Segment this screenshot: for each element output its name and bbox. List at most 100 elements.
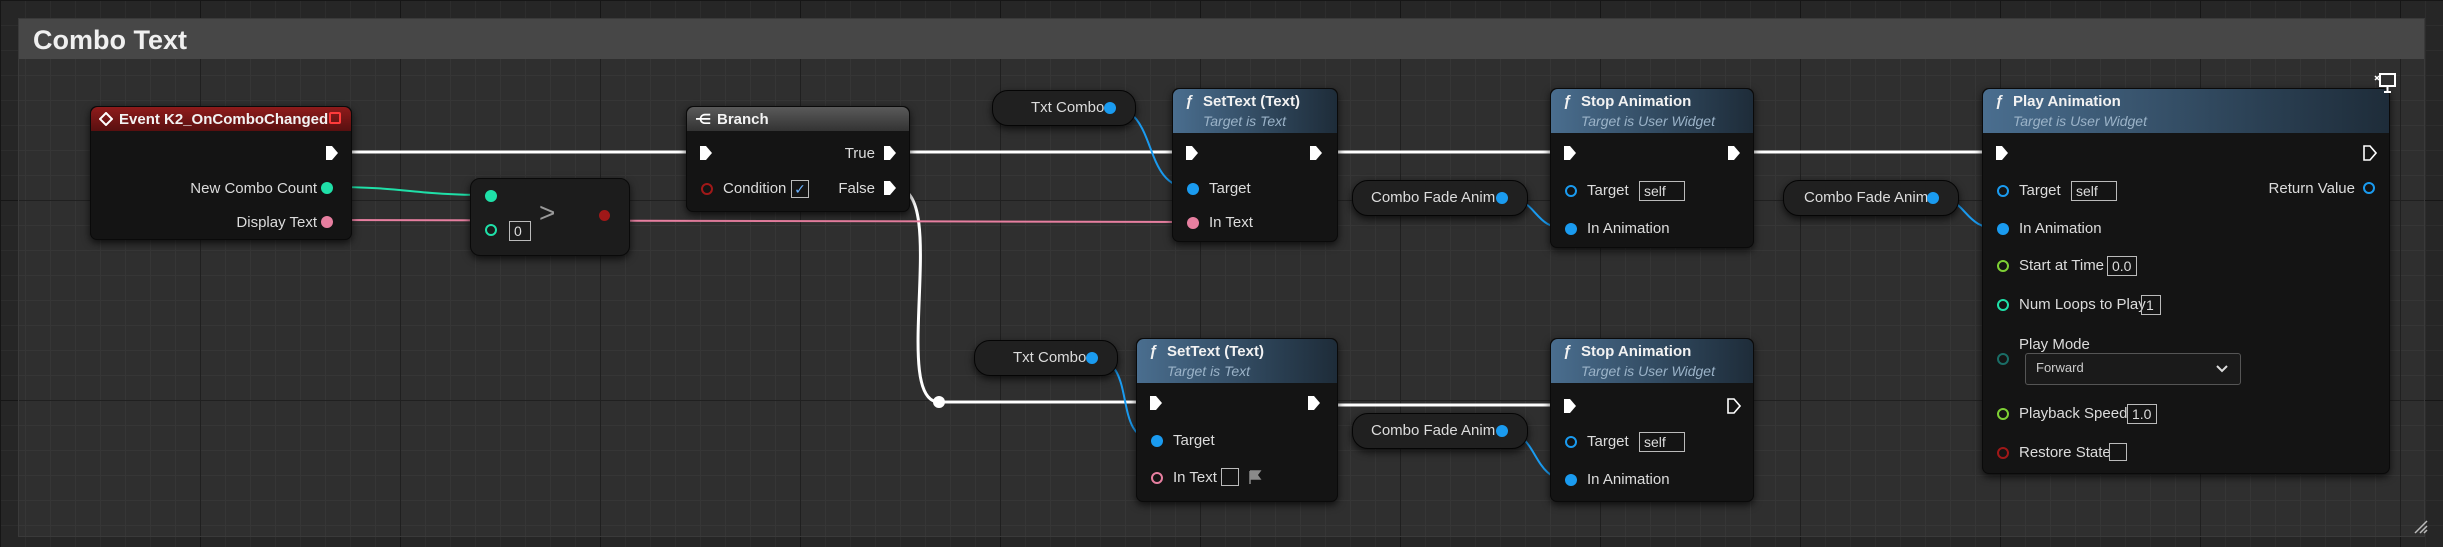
num-loops-value[interactable]: 1 [2141, 295, 2161, 315]
compare-operator: > [539, 197, 556, 228]
compare-b-value[interactable]: 0 [509, 221, 531, 241]
play-animation-subtitle: Target is User Widget [2013, 113, 2147, 129]
stop-anim-exec-in-pin[interactable] [1563, 145, 1577, 161]
branch-false-exec-pin[interactable] [883, 180, 897, 196]
stop-anim-exec-in-pin[interactable] [1563, 398, 1577, 414]
pin-label-display-text: Display Text [236, 214, 317, 231]
stop-animation-subtitle: Target is User Widget [1581, 113, 1715, 129]
function-icon: ƒ [1995, 93, 2004, 110]
txt-combo-variable-2[interactable]: Txt Combo [974, 340, 1118, 376]
combo-fade-anim-out-pin[interactable] [1927, 192, 1939, 204]
localization-flag-icon[interactable] [1247, 469, 1263, 485]
display-text-pin[interactable] [321, 216, 333, 228]
stop-anim-target-value[interactable]: self [1639, 181, 1685, 201]
stop-anim-target-pin[interactable] [1565, 185, 1577, 197]
txt-combo-out-pin[interactable] [1086, 352, 1098, 364]
settext-target-pin[interactable] [1187, 183, 1199, 195]
settext-node-title: SetText (Text) [1167, 343, 1264, 360]
stop-anim-exec-out-pin[interactable] [1727, 145, 1741, 161]
new-combo-count-pin[interactable] [321, 182, 333, 194]
pin-label-true: True [844, 145, 875, 162]
settext-exec-in-pin[interactable] [1185, 145, 1199, 161]
play-anim-target-pin[interactable] [1997, 185, 2009, 197]
pin-label-play-mode: Play Mode [2019, 336, 2090, 353]
branch-true-exec-pin[interactable] [883, 145, 897, 161]
combo-fade-anim-out-pin[interactable] [1496, 192, 1508, 204]
settext-node-title: SetText (Text) [1203, 93, 1300, 110]
function-icon: ƒ [1185, 93, 1194, 110]
condition-checkbox[interactable]: ✓ [791, 180, 809, 198]
event-node-title: Event K2_OnComboChanged [119, 111, 329, 128]
int-wire-combo-count[interactable] [329, 186, 491, 196]
txt-combo-out-pin[interactable] [1104, 102, 1116, 114]
compare-result-pin[interactable] [599, 210, 610, 221]
start-at-time-pin[interactable] [1997, 260, 2009, 272]
stop-anim-in-animation-pin[interactable] [1565, 474, 1577, 486]
stop-anim-in-animation-pin[interactable] [1565, 223, 1577, 235]
pin-label-restore-state: Restore State [2019, 444, 2111, 461]
settext-exec-out-pin[interactable] [1307, 395, 1321, 411]
reroute-node[interactable] [933, 396, 945, 408]
stop-animation-subtitle: Target is User Widget [1581, 363, 1715, 379]
playback-speed-value[interactable]: 1.0 [2127, 404, 2157, 424]
text-wire-display-text[interactable] [329, 219, 1191, 223]
play-mode-dropdown[interactable]: Forward [2025, 353, 2241, 385]
start-at-time-value[interactable]: 0.0 [2107, 256, 2137, 276]
pin-label-in-text: In Text [1209, 214, 1253, 231]
pin-label-target: Target [1587, 433, 1629, 450]
combo-fade-anim-variable-1[interactable]: Combo Fade Anim [1352, 180, 1528, 216]
pin-label-new-combo-count: New Combo Count [190, 180, 317, 197]
settext-exec-in-pin[interactable] [1149, 395, 1163, 411]
txt-combo-variable-1[interactable]: Txt Combo [992, 90, 1136, 126]
play-anim-target-value[interactable]: self [2071, 181, 2117, 201]
play-anim-exec-out-pin[interactable] [2363, 145, 2377, 161]
stop-anim-target-pin[interactable] [1565, 436, 1577, 448]
pin-label-target: Target [1587, 182, 1629, 199]
pin-label-target: Target [2019, 182, 2061, 199]
compare-b-pin[interactable] [485, 224, 497, 236]
combo-fade-anim-label: Combo Fade Anim [1371, 422, 1496, 439]
settext-in-text-pin[interactable] [1151, 472, 1163, 484]
stop-animation-node-1[interactable]: ƒ Stop Animation Target is User Widget T… [1550, 88, 1754, 248]
resize-grip-icon[interactable] [2412, 518, 2428, 534]
stop-anim-exec-out-pin[interactable] [1727, 398, 1741, 414]
stop-animation-title: Stop Animation [1581, 343, 1692, 360]
condition-pin[interactable] [701, 183, 713, 195]
pin-label-return-value: Return Value [2268, 180, 2355, 197]
settext-node-2[interactable]: ƒ SetText (Text) Target is Text Target I… [1136, 338, 1338, 502]
branch-node[interactable]: ⋲ Branch Condition ✓ True False [686, 106, 910, 212]
play-mode-pin[interactable] [1997, 353, 2009, 365]
play-anim-in-animation-pin[interactable] [1997, 223, 2009, 235]
greater-than-node[interactable]: 0 > [470, 178, 630, 256]
combo-fade-anim-variable-3[interactable]: Combo Fade Anim [1352, 413, 1528, 449]
settext-exec-out-pin[interactable] [1309, 145, 1323, 161]
txt-combo-variable-label: Txt Combo [1013, 349, 1087, 366]
function-icon: ƒ [1563, 343, 1572, 360]
stop-anim-target-value[interactable]: self [1639, 432, 1685, 452]
settext-in-text-pin[interactable] [1187, 217, 1199, 229]
play-anim-exec-in-pin[interactable] [1995, 145, 2009, 161]
combo-fade-anim-variable-2[interactable]: Combo Fade Anim [1783, 180, 1959, 216]
in-text-value-box[interactable] [1221, 468, 1239, 486]
combo-fade-anim-label: Combo Fade Anim [1804, 189, 1929, 206]
settext-target-pin[interactable] [1151, 435, 1163, 447]
stop-animation-node-2[interactable]: ƒ Stop Animation Target is User Widget T… [1550, 338, 1754, 502]
stop-animation-title: Stop Animation [1581, 93, 1692, 110]
settext-node-1[interactable]: ƒ SetText (Text) Target is Text Target I… [1172, 88, 1338, 242]
restore-state-checkbox[interactable] [2109, 443, 2127, 461]
monitor-icon[interactable] [2373, 72, 2397, 96]
play-animation-node[interactable]: ƒ Play Animation Target is User Widget T… [1982, 88, 2390, 474]
play-mode-selected: Forward [2036, 360, 2084, 375]
exec-out-pin[interactable] [325, 145, 339, 161]
branch-exec-in-pin[interactable] [699, 145, 713, 161]
restore-state-pin[interactable] [1997, 447, 2009, 459]
event-delegate-pin-icon[interactable] [329, 112, 341, 124]
combo-fade-anim-out-pin[interactable] [1496, 425, 1508, 437]
pin-label-in-animation: In Animation [2019, 220, 2102, 237]
num-loops-pin[interactable] [1997, 299, 2009, 311]
compare-a-pin[interactable] [485, 190, 497, 202]
settext-node-subtitle: Target is Text [1203, 113, 1287, 129]
event-node[interactable]: Event K2_OnComboChanged New Combo Count … [90, 106, 352, 240]
playback-speed-pin[interactable] [1997, 408, 2009, 420]
return-value-pin[interactable] [2363, 182, 2375, 194]
